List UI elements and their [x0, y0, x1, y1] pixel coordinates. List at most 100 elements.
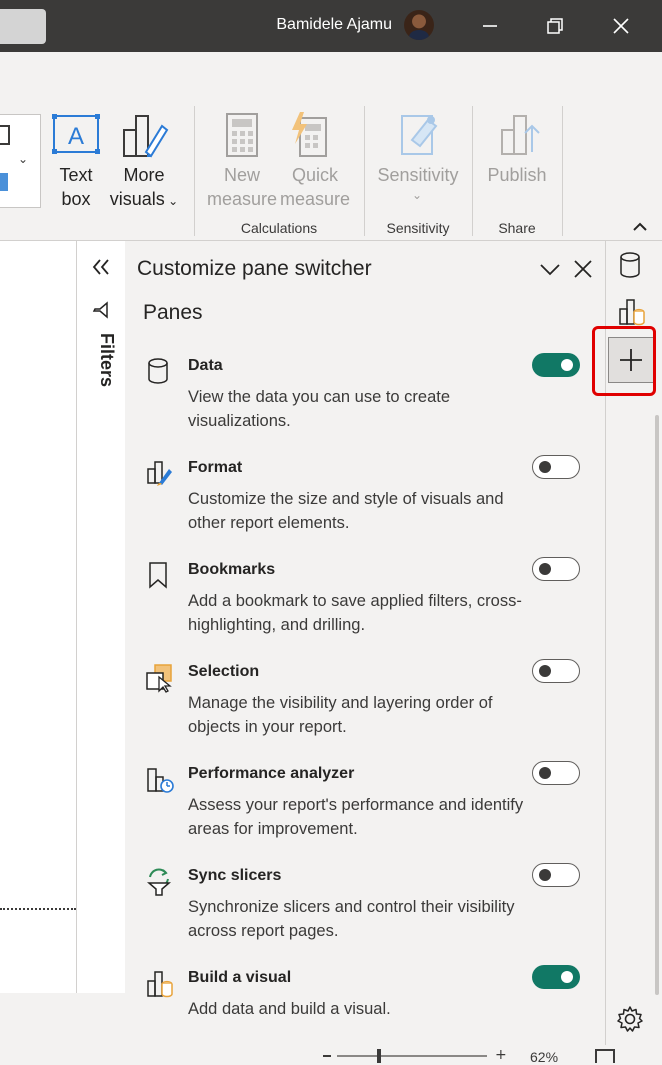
build-a-visual-toggle[interactable] — [532, 965, 580, 989]
bookmarks-toggle[interactable] — [532, 557, 580, 581]
data-toggle[interactable] — [532, 353, 580, 377]
chevron-down-icon: ⌄ — [412, 188, 423, 202]
quick-measure-icon[interactable] — [290, 110, 330, 158]
chevron-down-icon[interactable] — [538, 259, 562, 279]
pane-title: Customize pane switcher — [137, 257, 372, 280]
share-group-label: Share — [498, 220, 536, 236]
performance-analyzer-toggle[interactable] — [532, 761, 580, 785]
user-name: Bamidele Ajamu — [276, 16, 392, 33]
calculator-icon[interactable] — [224, 112, 260, 158]
publish-button[interactable]: Publish — [480, 163, 554, 187]
toggle-knob — [561, 971, 573, 983]
data-pane-icon[interactable] — [618, 251, 644, 279]
selection-toggle[interactable] — [532, 659, 580, 683]
pane-item-format: Format Customize the size and style of v… — [125, 445, 605, 545]
pane-item-description: Customize the size and style of visuals … — [188, 490, 504, 532]
pane-item-description: Add data and build a visual. — [188, 1000, 391, 1018]
pane-item-title: Selection — [188, 663, 260, 680]
ribbon-separator — [562, 106, 563, 236]
collapse-ribbon-icon[interactable] — [630, 218, 650, 234]
svg-text:A: A — [68, 123, 84, 150]
more-visuals-button[interactable]: More visuals ⌄ — [104, 163, 184, 213]
toggle-knob — [539, 767, 551, 779]
filters-label[interactable]: Filters — [85, 333, 117, 413]
sensitivity-icon[interactable] — [398, 110, 442, 158]
scrollbar[interactable] — [655, 415, 659, 995]
more-visuals-label-2: visuals — [109, 189, 165, 209]
pane-item-selection: Selection Manage the visibility and laye… — [125, 649, 605, 749]
quick-measure-button[interactable]: Quick measure — [278, 163, 352, 211]
pane-item-title: Bookmarks — [188, 561, 276, 578]
zoom-in-icon[interactable]: + — [495, 1047, 507, 1063]
format-icon — [145, 459, 173, 487]
pane-item-build-a-visual: Build a visual Add data and build a visu… — [125, 955, 605, 1055]
toggle-knob — [539, 869, 551, 881]
ribbon-separator — [194, 106, 195, 236]
sync-slicers-icon — [145, 867, 173, 896]
settings-icon[interactable] — [616, 1005, 644, 1033]
pane-item-title: Sync slicers — [188, 867, 282, 884]
new-measure-label-2: measure — [206, 189, 278, 209]
expand-filters-icon[interactable] — [89, 257, 113, 277]
table-visual-icon — [0, 173, 8, 191]
page-tabs-area — [0, 993, 125, 1063]
filters-pane-collapsed: Filters — [76, 241, 126, 993]
ribbon-separator — [364, 106, 365, 236]
toggle-knob — [539, 563, 551, 575]
text-box-icon[interactable]: A — [52, 114, 100, 154]
new-measure-button[interactable]: New measure — [206, 163, 278, 211]
status-bar: + — [125, 1045, 662, 1063]
toggle-knob — [539, 665, 551, 677]
zoom-slider-thumb[interactable] — [377, 1049, 381, 1063]
sensitivity-button[interactable]: Sensitivity — [372, 163, 464, 187]
filter-icon — [92, 301, 110, 319]
text-box-label-1: Text — [59, 165, 93, 185]
title-bar: Bamidele Ajamu — [0, 0, 662, 52]
toggle-knob — [539, 461, 551, 473]
zoom-out-icon[interactable] — [323, 1055, 331, 1057]
pane-item-description: Add a bookmark to save applied filters, … — [188, 592, 522, 634]
bookmark-icon — [145, 561, 173, 589]
ribbon: ⌄ A Text box More visuals ⌄ New measure … — [0, 52, 662, 241]
minimize-icon[interactable] — [472, 8, 508, 44]
avatar[interactable] — [404, 10, 434, 40]
pane-item-title: Format — [188, 459, 243, 476]
sync-slicers-toggle[interactable] — [532, 863, 580, 887]
highlight-annotation — [592, 326, 656, 396]
pane-item-title: Build a visual — [188, 969, 292, 986]
panes-heading: Panes — [143, 301, 203, 324]
close-icon[interactable] — [573, 259, 593, 279]
gallery-visual-icon — [0, 125, 10, 145]
chevron-down-icon: ⌄ — [164, 194, 179, 208]
pane-item-sync-slicers: Sync slicers Synchronize slicers and con… — [125, 853, 605, 953]
pane-item-description: Synchronize slicers and control their vi… — [188, 898, 515, 940]
report-canvas[interactable] — [0, 241, 76, 993]
pane-item-title: Data — [188, 357, 223, 374]
close-window-icon[interactable] — [603, 8, 639, 44]
pane-item-description: Assess your report's performance and ide… — [188, 796, 524, 838]
search-box[interactable] — [0, 9, 46, 44]
gallery-expand-icon[interactable]: ⌄ — [18, 152, 28, 166]
build-visual-icon — [145, 969, 173, 998]
publish-icon[interactable] — [498, 110, 542, 158]
fit-to-page-icon[interactable] — [595, 1049, 615, 1063]
more-visuals-label-1: More — [123, 165, 165, 185]
pane-item-performance-analyzer: Performance analyzer Assess your report'… — [125, 751, 605, 851]
sensitivity-group-label: Sensitivity — [386, 220, 450, 236]
format-toggle[interactable] — [532, 455, 580, 479]
visual-border — [0, 908, 76, 910]
data-icon — [145, 357, 173, 385]
pane-item-bookmarks: Bookmarks Add a bookmark to save applied… — [125, 547, 605, 647]
performance-icon — [145, 765, 174, 793]
calculations-group-label: Calculations — [240, 220, 318, 236]
quick-measure-label-2: measure — [279, 189, 351, 209]
restore-icon[interactable] — [537, 8, 573, 44]
pane-item-data: Data View the data you can use to create… — [125, 343, 605, 443]
quick-measure-label-1: Quick — [291, 165, 338, 185]
build-visual-pane-icon[interactable] — [617, 297, 647, 327]
new-measure-label-1: New — [223, 165, 260, 185]
toggle-knob — [561, 359, 573, 371]
more-visuals-icon[interactable] — [120, 112, 170, 160]
zoom-slider[interactable] — [337, 1055, 487, 1057]
text-box-button[interactable]: Text box — [46, 163, 106, 211]
